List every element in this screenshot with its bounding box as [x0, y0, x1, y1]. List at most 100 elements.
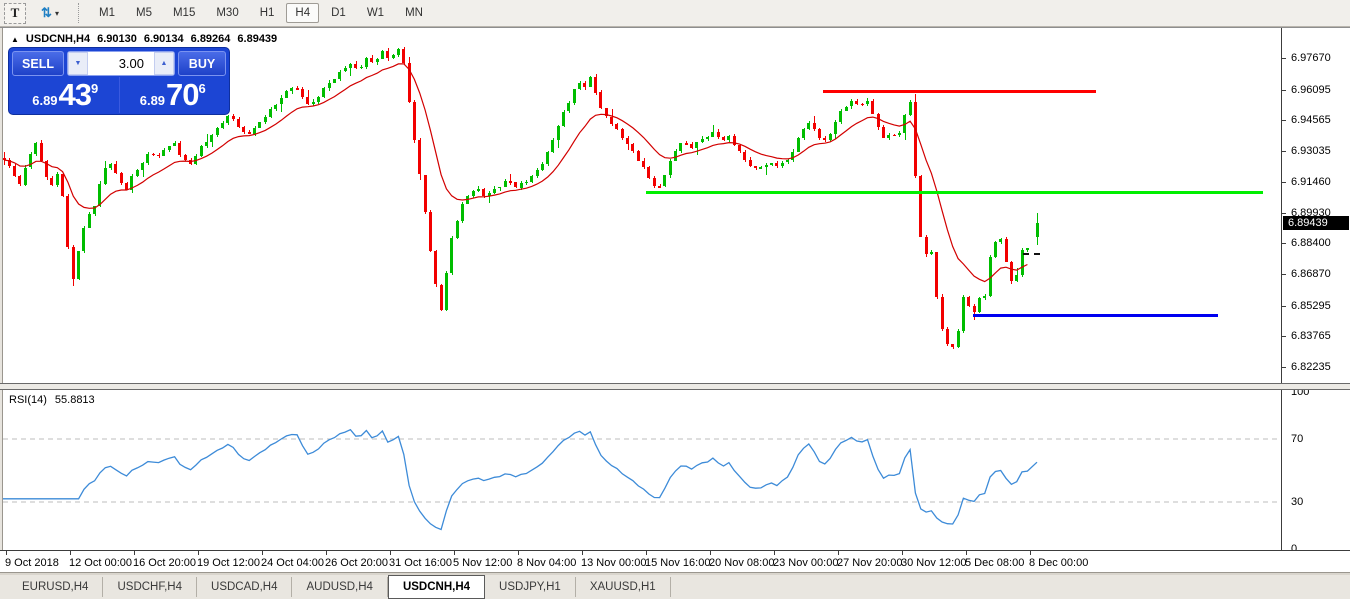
- resistance-line[interactable]: [823, 90, 1096, 93]
- rsi-name: RSI(14): [9, 394, 47, 406]
- time-axis-tick: [326, 551, 327, 555]
- time-axis-label: 12 Oct 00:00: [69, 557, 132, 569]
- volume-input[interactable]: 3.00: [88, 52, 154, 75]
- time-axis-tick: [582, 551, 583, 555]
- sell-price-pip: 9: [91, 81, 98, 96]
- rsi-axis-label: 70: [1291, 433, 1303, 445]
- time-axis-tick: [134, 551, 135, 555]
- bar-high-value: 6.90134: [144, 33, 184, 45]
- sell-price-prefix: 6.89: [32, 93, 57, 108]
- time-axis-label: 13 Nov 00:00: [581, 557, 646, 569]
- buy-price-quote[interactable]: 6.89 70 6: [120, 77, 227, 113]
- buy-button[interactable]: BUY: [178, 51, 226, 76]
- text-label-tool-button[interactable]: T: [4, 3, 26, 24]
- bar-low-value: 6.89264: [191, 33, 231, 45]
- support-line-blue[interactable]: [973, 314, 1218, 317]
- price-axis-tick: [1282, 213, 1286, 214]
- chart-tab-usdcad[interactable]: USDCAD,H4: [197, 577, 292, 597]
- time-axis-label: 15 Nov 16:00: [645, 557, 710, 569]
- timeframe-button-m1[interactable]: M1: [90, 3, 124, 23]
- price-axis-tick: [1282, 274, 1286, 275]
- price-axis-label: 6.94565: [1291, 114, 1331, 126]
- time-axis-label: 19 Oct 12:00: [197, 557, 260, 569]
- time-axis-label: 30 Nov 12:00: [901, 557, 966, 569]
- time-axis[interactable]: 9 Oct 2018 12 Oct 00:0016 Oct 20:0019 Oct…: [0, 550, 1350, 572]
- sell-price-main: 43: [59, 80, 91, 110]
- current-price-tag: 6.89439: [1283, 216, 1349, 230]
- time-axis-label: 26 Oct 20:00: [325, 557, 388, 569]
- collapse-panel-icon[interactable]: ▲: [11, 35, 19, 44]
- price-axis-label: 6.91460: [1291, 176, 1331, 188]
- time-axis-tick: [262, 551, 263, 555]
- time-axis-tick: [838, 551, 839, 555]
- time-axis-label: 16 Oct 20:00: [133, 557, 196, 569]
- chart-tab-xauusd[interactable]: XAUUSD,H1: [576, 577, 671, 597]
- support-line-green[interactable]: [646, 191, 1263, 194]
- rsi-indicator-pane[interactable]: RSI(14) 55.8813: [3, 390, 1281, 550]
- time-axis-tick: [518, 551, 519, 555]
- price-axis-tick: [1282, 306, 1286, 307]
- price-axis[interactable]: 6.976706.960956.945656.930356.914606.899…: [1281, 28, 1350, 550]
- chart-tab-eurusd[interactable]: EURUSD,H4: [8, 577, 103, 597]
- time-axis-tick: [70, 551, 71, 555]
- timeframe-button-d1[interactable]: D1: [322, 3, 355, 23]
- price-axis-tick: [1282, 151, 1286, 152]
- chart-symbol-line: ▲ USDCNH,H4 6.90130 6.90134 6.89264 6.89…: [11, 33, 277, 45]
- buy-price-prefix: 6.89: [140, 93, 165, 108]
- time-axis-label: 27 Nov 20:00: [837, 557, 902, 569]
- volume-stepper: ▼ 3.00 ▲: [67, 51, 175, 76]
- price-axis-tick: [1282, 58, 1286, 59]
- rsi-axis-label: 30: [1291, 496, 1303, 508]
- buy-price-main: 70: [166, 80, 198, 110]
- bar-open-value: 6.90130: [97, 33, 137, 45]
- buy-price-pip: 6: [199, 81, 206, 96]
- price-axis-label: 6.82235: [1291, 361, 1331, 373]
- time-axis-label: 24 Oct 04:00: [261, 557, 324, 569]
- price-axis-tick: [1282, 90, 1286, 91]
- volume-increase-button[interactable]: ▲: [154, 52, 174, 75]
- chart-tab-usdjpy[interactable]: USDJPY,H1: [485, 577, 576, 597]
- time-axis-tick: [454, 551, 455, 555]
- toolbar-separator: [78, 3, 84, 23]
- one-click-trading-panel: SELL ▼ 3.00 ▲ BUY 6.89 43 9 6.89 70 6: [8, 47, 230, 115]
- volume-decrease-button[interactable]: ▼: [68, 52, 88, 75]
- timeframe-button-h1[interactable]: H1: [251, 3, 284, 23]
- time-axis-label: 23 Nov 00:00: [773, 557, 838, 569]
- rsi-line-chart: [3, 390, 1281, 550]
- last-bar-dash-marker: [1023, 253, 1040, 255]
- timeframe-button-m5[interactable]: M5: [127, 3, 161, 23]
- time-axis-tick: [390, 551, 391, 555]
- rsi-value: 55.8813: [55, 394, 95, 406]
- price-axis-label: 6.86870: [1291, 268, 1331, 280]
- time-axis-tick: [646, 551, 647, 555]
- chart-tab-usdcnh[interactable]: USDCNH,H4: [388, 575, 485, 599]
- price-axis-label: 6.93035: [1291, 145, 1331, 157]
- time-axis-label: 8 Dec 00:00: [1029, 557, 1088, 569]
- time-axis-tick: [198, 551, 199, 555]
- timeframe-button-m30[interactable]: M30: [207, 3, 247, 23]
- price-axis-label: 6.83765: [1291, 330, 1331, 342]
- time-axis-tick: [1030, 551, 1031, 555]
- pane-resize-handle[interactable]: [0, 383, 1350, 390]
- time-axis-label: 8 Nov 04:00: [517, 557, 576, 569]
- price-axis-tick: [1282, 182, 1286, 183]
- sell-price-quote[interactable]: 6.89 43 9: [12, 77, 120, 113]
- arrows-icon: ⇅: [41, 5, 52, 21]
- time-axis-label: 5 Nov 12:00: [453, 557, 512, 569]
- price-axis-tick: [1282, 120, 1286, 121]
- chart-tab-usdchf[interactable]: USDCHF,H4: [103, 577, 197, 597]
- time-axis-label: 9 Oct 2018: [5, 557, 59, 569]
- time-axis-tick: [710, 551, 711, 555]
- timeframe-button-h4[interactable]: H4: [286, 3, 319, 23]
- chart-tab-audusd[interactable]: AUDUSD,H4: [292, 577, 387, 597]
- toolbar: T ⇅ ▾ M1M5M15M30H1H4D1W1MN: [0, 0, 1350, 27]
- timeframe-button-mn[interactable]: MN: [396, 3, 432, 23]
- sell-button[interactable]: SELL: [12, 51, 64, 76]
- arrows-tool-button[interactable]: ⇅ ▾: [32, 3, 68, 24]
- timeframe-button-w1[interactable]: W1: [358, 3, 393, 23]
- main-chart-plot[interactable]: ▲ USDCNH,H4 6.90130 6.90134 6.89264 6.89…: [3, 28, 1281, 383]
- price-axis-label: 6.88400: [1291, 237, 1331, 249]
- price-axis-tick: [1282, 336, 1286, 337]
- timeframe-button-m15[interactable]: M15: [164, 3, 204, 23]
- price-axis-tick: [1282, 243, 1286, 244]
